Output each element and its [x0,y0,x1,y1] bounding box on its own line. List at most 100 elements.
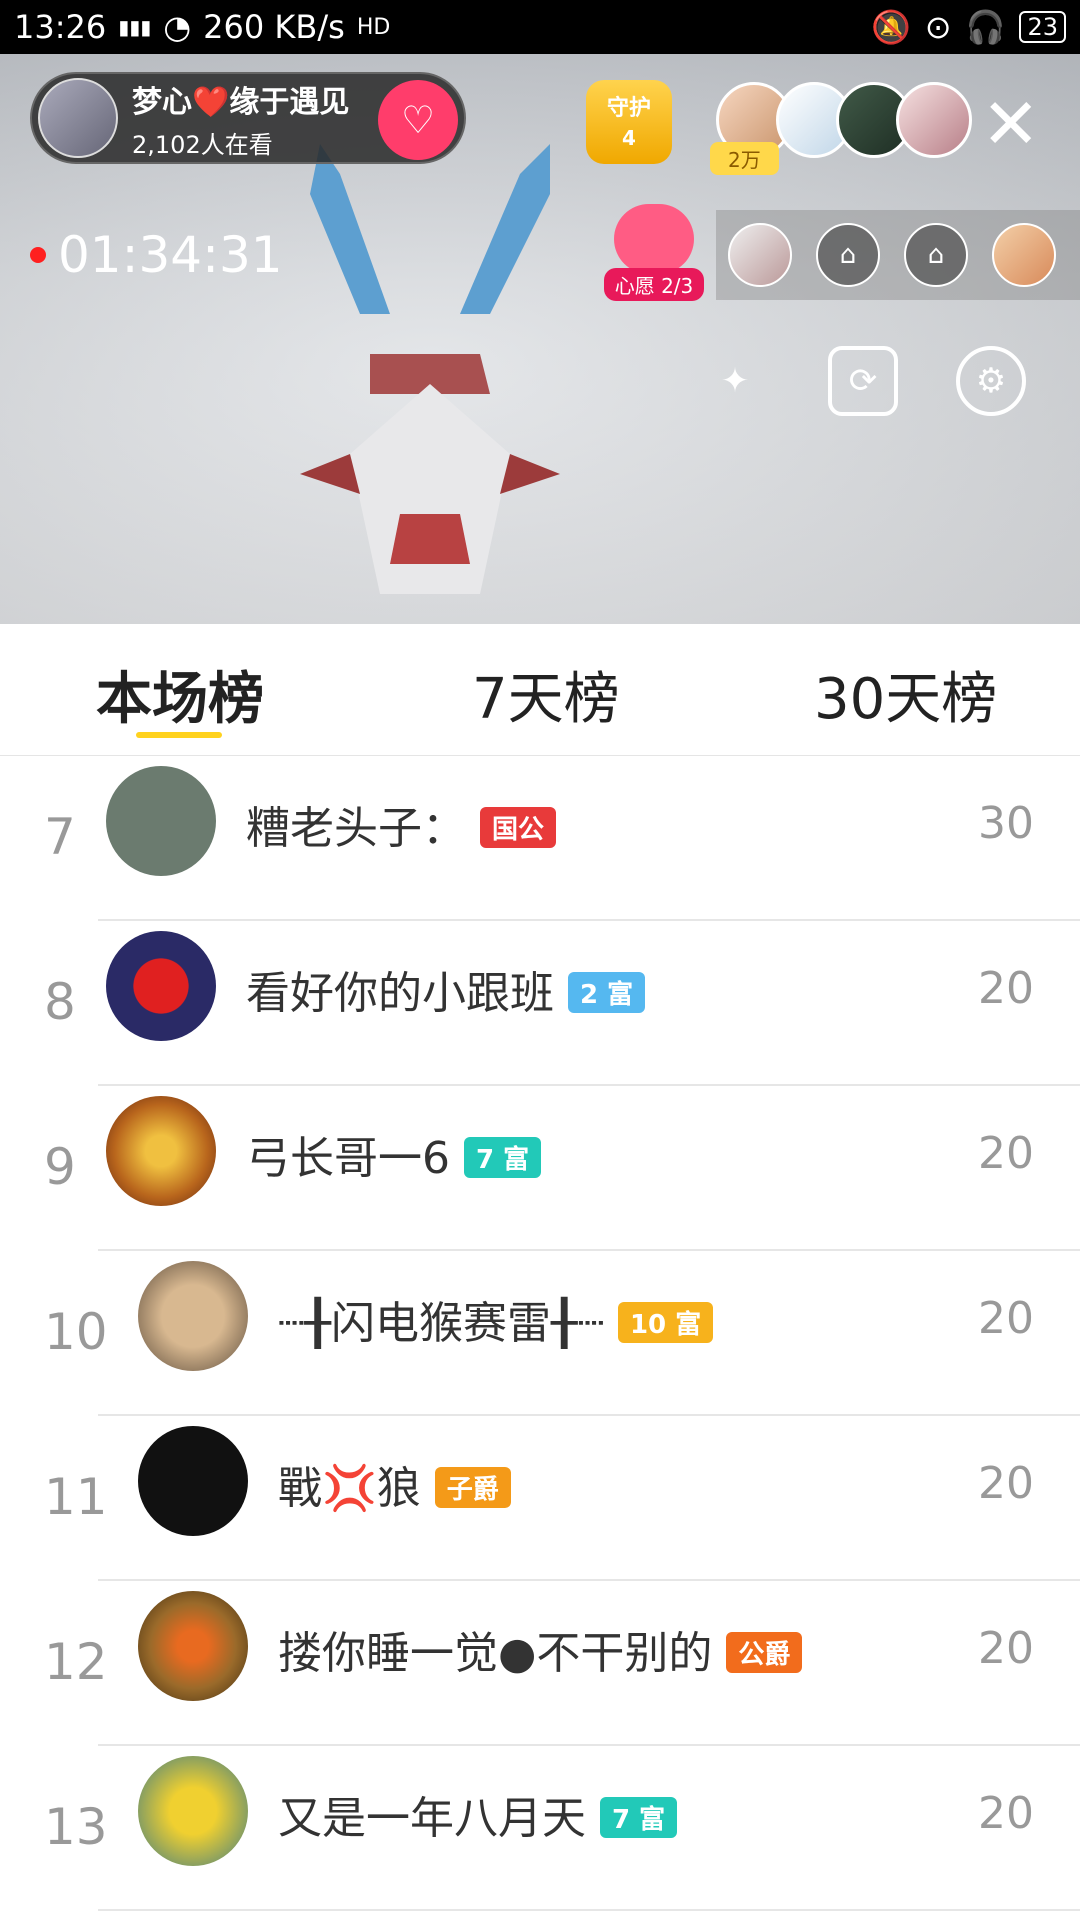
user-name: 搂你睡一觉●不干别的 公爵 [278,1617,803,1681]
user-name-text: ┈╂闪电猴赛雷╂┈ [278,1298,604,1349]
user-avatar[interactable] [138,1756,248,1866]
level-badge: 10 富 [617,1301,714,1343]
user-name: ┈╂闪电猴赛雷╂┈ 10 富 [278,1287,714,1351]
headphones-icon: 🎧 [965,8,1006,46]
score: 30 [978,798,1034,849]
seat-empty[interactable]: ⌂ [816,223,880,287]
level-badge: 2 富 [568,971,646,1013]
seat-empty[interactable]: ⌂ [904,223,968,287]
score: 20 [978,1623,1034,1674]
user-avatar[interactable] [138,1426,248,1536]
seat-occupied[interactable] [992,223,1056,287]
divider [98,1909,1080,1911]
user-name-text: 糟老头子： [246,803,466,854]
beauty-button[interactable]: ✦ [700,346,770,416]
close-icon: ✕ [981,83,1040,165]
ranking-list[interactable]: 7 糟老头子： 国公 30 8 看好你的小跟班 2 富 20 9 弓长哥一6 7 富 … [0,756,1080,1911]
user-name-text: 搂你睡一觉●不干别的 [278,1628,713,1679]
seat-occupied[interactable] [728,223,792,287]
score: 20 [978,1458,1034,1509]
rank-number: 13 [44,1798,108,1856]
tab-7-days[interactable]: 7天榜 [472,654,620,735]
score: 20 [978,963,1034,1014]
tab-30-days[interactable]: 30天榜 [814,654,997,735]
score: 20 [978,1293,1034,1344]
host-tools: ✦ ⟳ ⚙ [700,346,1026,416]
rank-number: 9 [44,1138,76,1196]
rank-number: 7 [44,808,76,866]
user-avatar[interactable] [106,1096,216,1206]
list-item[interactable]: 13 又是一年八月天 7 富 20 [0,1746,1080,1911]
close-button[interactable]: ✕ [981,89,1040,159]
user-avatar[interactable] [106,931,216,1041]
battery-icon: 23 [1019,11,1066,43]
rank-number: 12 [44,1633,108,1691]
user-name: 戰💢狼 子爵 [278,1452,511,1516]
list-item[interactable]: 12 搂你睡一觉●不干别的 公爵 20 [0,1581,1080,1746]
host-avatar[interactable] [38,78,118,158]
score: 20 [978,1788,1034,1839]
network-speed: 260 KB/s [203,8,345,46]
wish-label: 心愿 2/3 [604,268,704,301]
wifi-icon: ◔ [163,8,192,46]
lock-rotation-icon: ⊙ [924,8,952,46]
rank-number: 11 [44,1468,108,1526]
heart-plus-icon: ♡ [400,98,436,142]
guard-count: 4 [622,126,636,150]
settings-icon: ⚙ [975,361,1007,401]
flip-camera-button[interactable]: ⟳ [828,346,898,416]
user-name-text: 戰💢狼 [278,1463,421,1514]
guard-label: 守护 [606,96,651,121]
guard-badge[interactable]: 守护 4 [586,80,672,164]
mic-seats: ⌂ ⌂ [716,210,1080,300]
user-name: 看好你的小跟班 2 富 [246,957,646,1021]
level-badge: 公爵 [726,1631,803,1673]
list-item[interactable]: 9 弓长哥一6 7 富 20 [0,1086,1080,1251]
list-item[interactable]: 8 看好你的小跟班 2 富 20 [0,921,1080,1086]
deer-head-image [300,144,560,594]
user-name-text: 弓长哥一6 [246,1133,450,1184]
heart-icon [614,204,694,274]
settings-button[interactable]: ⚙ [956,346,1026,416]
level-badge: 国公 [480,806,557,848]
list-item[interactable]: 10 ┈╂闪电猴赛雷╂┈ 10 富 20 [0,1251,1080,1416]
user-name: 弓长哥一6 7 富 [246,1122,542,1186]
hd-icon: HD [356,14,391,40]
ranking-tabs: 本场榜 7天榜 30天榜 [0,624,1080,756]
user-avatar[interactable] [106,766,216,876]
user-name: 糟老头子： 国公 [246,792,557,856]
fan-avatar[interactable] [896,82,972,158]
host-info-pill[interactable]: 梦心❤️缘于遇见 2,102人在看 ♡ [30,72,466,164]
clock: 13:26 [14,8,107,46]
live-timer: 01:34:31 [30,226,283,284]
level-badge: 7 富 [464,1136,542,1178]
fans-count-label: 2万 [710,142,779,175]
user-avatar[interactable] [138,1261,248,1371]
timer-text: 01:34:31 [58,226,283,284]
user-name: 又是一年八月天 7 富 [278,1782,678,1846]
status-bar: 13:26 ▮▮▮ ◔ 260 KB/s HD 🔕 ⊙ 🎧 23 [0,0,1080,54]
list-item[interactable]: 7 糟老头子： 国公 30 [0,756,1080,921]
user-name-text: 又是一年八月天 [278,1793,586,1844]
level-badge: 子爵 [434,1466,511,1508]
bell-off-icon: 🔕 [870,8,911,46]
wish-widget[interactable]: 心愿 2/3 [604,204,704,301]
level-badge: 7 富 [600,1796,678,1838]
active-tab-indicator [136,732,222,738]
camera-flip-icon: ⟳ [848,361,878,401]
host-name: 梦心❤️缘于遇见 [132,84,350,120]
magic-wand-icon: ✦ [720,361,750,401]
user-name-text: 看好你的小跟班 [246,968,554,1019]
signal-icon: ▮▮▮ [118,15,152,39]
recording-dot-icon [30,247,46,263]
user-avatar[interactable] [138,1591,248,1701]
live-video[interactable]: 梦心❤️缘于遇见 2,102人在看 ♡ 守护 4 2万 ✕ 01:34:31 心… [0,54,1080,624]
tab-this-session[interactable]: 本场榜 [96,654,264,735]
rank-number: 10 [44,1303,108,1361]
score: 20 [978,1128,1034,1179]
sofa-icon: ⌂ [839,240,857,270]
follow-button[interactable]: ♡ [378,80,458,160]
list-item[interactable]: 11 戰💢狼 子爵 20 [0,1416,1080,1581]
sofa-icon: ⌂ [927,240,945,270]
rank-number: 8 [44,973,76,1031]
